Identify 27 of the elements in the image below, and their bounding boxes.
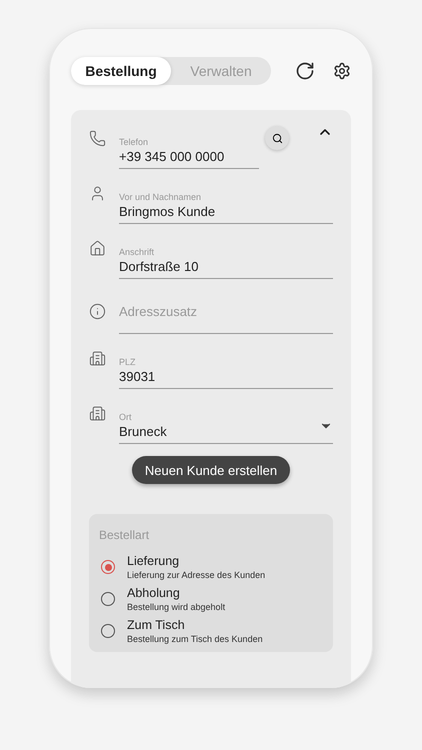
section-title: Bestellart bbox=[99, 528, 150, 542]
building-icon bbox=[89, 350, 106, 367]
option-label: Abholung bbox=[127, 586, 181, 600]
radio-button[interactable] bbox=[101, 560, 115, 574]
input-field[interactable]: Ort Bruneck bbox=[119, 395, 333, 444]
option-description: Bestellung wird abgeholt bbox=[127, 602, 226, 612]
person-icon bbox=[89, 185, 106, 202]
option-description: Lieferung zur Adresse des Kunden bbox=[127, 570, 266, 580]
option-label: Lieferung bbox=[127, 554, 180, 568]
home-icon bbox=[89, 240, 106, 257]
settings-icon[interactable] bbox=[333, 62, 351, 80]
search-button[interactable] bbox=[265, 126, 289, 150]
search-icon bbox=[272, 132, 282, 144]
radio-button[interactable] bbox=[101, 624, 115, 638]
refresh-icon[interactable] bbox=[295, 61, 315, 81]
phone-icon bbox=[89, 130, 106, 147]
radio-button[interactable] bbox=[101, 592, 115, 606]
input-field[interactable]: PLZ 39031 bbox=[119, 340, 333, 389]
input-field[interactable]: Telefon +39 345 000 0000 bbox=[119, 120, 259, 169]
option-description: Bestellung zum Tisch des Kunden bbox=[127, 634, 263, 644]
tab[interactable]: Bestellung bbox=[71, 57, 171, 85]
input-field[interactable]: Anschrift Dorfstraße 10 bbox=[119, 230, 333, 279]
info-icon bbox=[89, 303, 106, 320]
option-label: Zum Tisch bbox=[127, 618, 186, 632]
create-customer-button[interactable]: Neuen Kunde erstellen bbox=[132, 456, 290, 484]
input-field[interactable]: Vor und Nachnamen Bringmos Kunde bbox=[119, 175, 333, 224]
building-icon bbox=[89, 405, 106, 422]
